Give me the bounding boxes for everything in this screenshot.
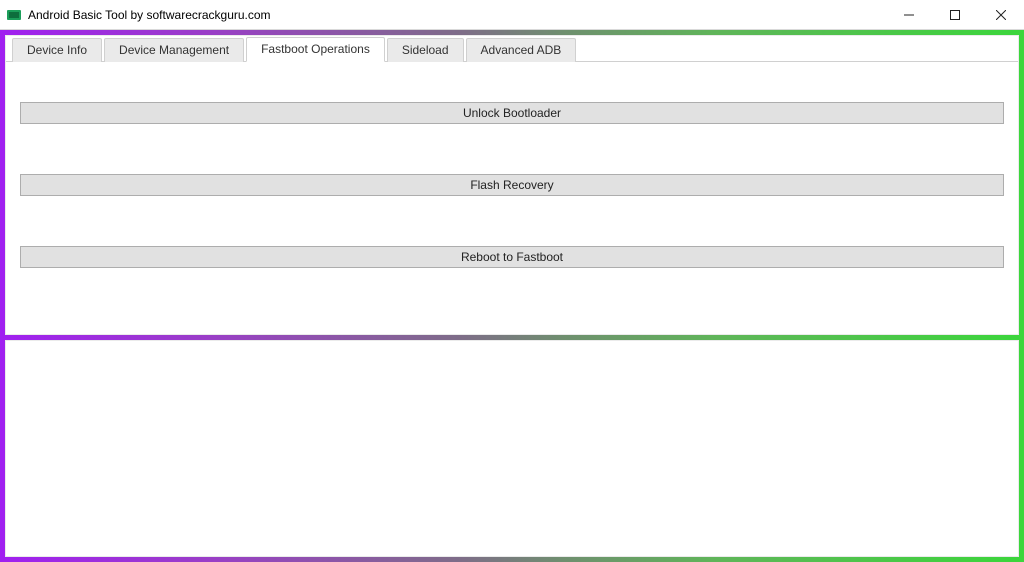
minimize-button[interactable] (886, 0, 932, 29)
reboot-fastboot-button[interactable]: Reboot to Fastboot (20, 246, 1004, 268)
tab-panel: Device Info Device Management Fastboot O… (5, 35, 1019, 335)
tab-device-management[interactable]: Device Management (104, 38, 244, 62)
window-title: Android Basic Tool by softwarecrackguru.… (28, 8, 271, 22)
window-controls (886, 0, 1024, 29)
fastboot-tab-content: Unlock Bootloader Flash Recovery Reboot … (6, 62, 1018, 282)
button-label: Reboot to Fastboot (461, 250, 563, 264)
flash-recovery-button[interactable]: Flash Recovery (20, 174, 1004, 196)
tab-label: Device Info (27, 43, 87, 57)
window-titlebar: Android Basic Tool by softwarecrackguru.… (0, 0, 1024, 30)
tab-label: Fastboot Operations (261, 42, 370, 56)
titlebar-left: Android Basic Tool by softwarecrackguru.… (6, 7, 271, 23)
client-area: Device Info Device Management Fastboot O… (0, 30, 1024, 562)
tab-label: Device Management (119, 43, 229, 57)
unlock-bootloader-button[interactable]: Unlock Bootloader (20, 102, 1004, 124)
close-button[interactable] (978, 0, 1024, 29)
tab-label: Advanced ADB (481, 43, 562, 57)
tab-label: Sideload (402, 43, 449, 57)
tab-strip: Device Info Device Management Fastboot O… (6, 36, 1018, 62)
maximize-button[interactable] (932, 0, 978, 29)
button-label: Unlock Bootloader (463, 106, 561, 120)
app-icon (6, 7, 22, 23)
tab-advanced-adb[interactable]: Advanced ADB (466, 38, 577, 62)
output-panel (5, 340, 1019, 557)
tab-sideload[interactable]: Sideload (387, 38, 464, 62)
tab-fastboot-operations[interactable]: Fastboot Operations (246, 37, 385, 62)
tab-device-info[interactable]: Device Info (12, 38, 102, 62)
button-label: Flash Recovery (470, 178, 553, 192)
